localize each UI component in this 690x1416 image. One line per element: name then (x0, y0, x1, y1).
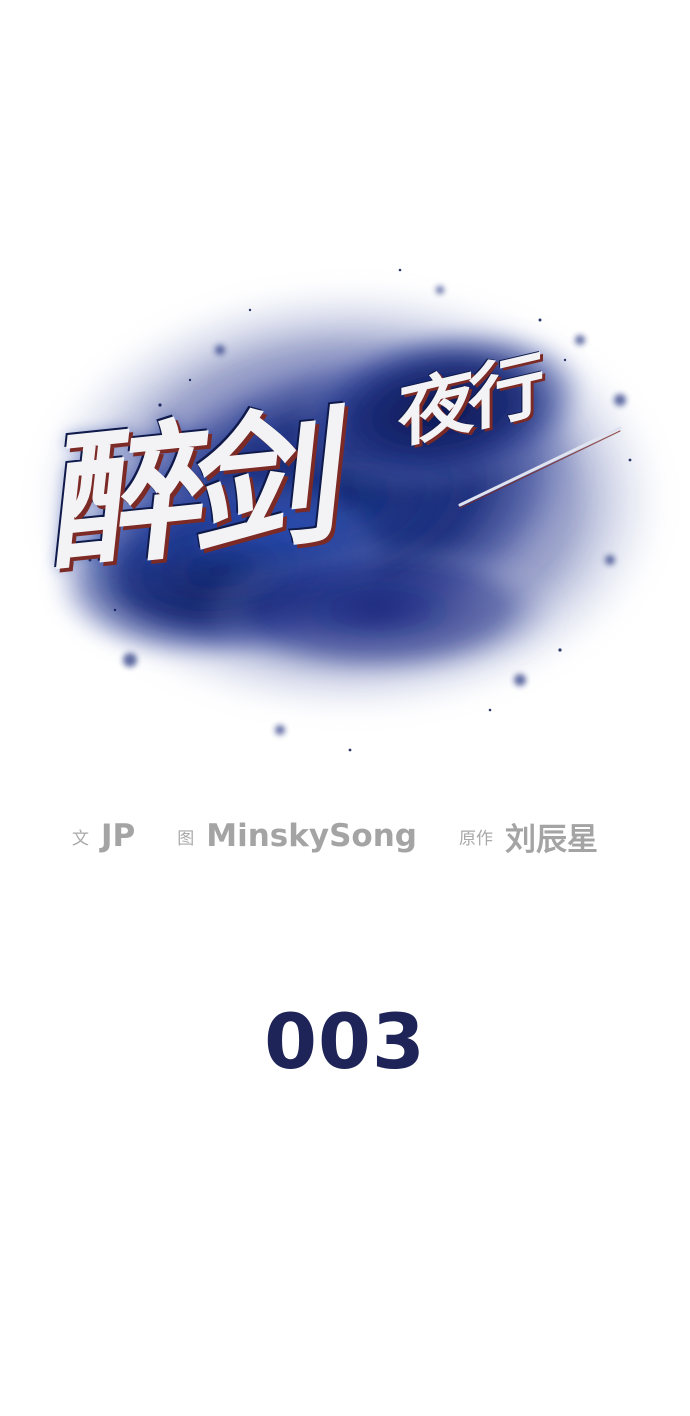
credit-role-writer: 文 (72, 828, 89, 849)
credit-name-writer: JP (101, 818, 136, 854)
credit-name-original: 刘辰星 (504, 821, 598, 858)
credits-row: 文 JP 图 MinskySong 原作 刘辰星 (72, 808, 632, 864)
credit-name-artist: MinskySong (206, 818, 417, 854)
episode-number: 003 (264, 997, 426, 1086)
title-main: 醉剑 (46, 388, 342, 593)
credit-role-original: 原作 (458, 828, 493, 849)
credit-role-artist: 图 (177, 828, 195, 849)
comic-title-page: 醉剑 夜行 文 JP 图 MinskySong 原作 刘辰星 003 (0, 0, 690, 1416)
